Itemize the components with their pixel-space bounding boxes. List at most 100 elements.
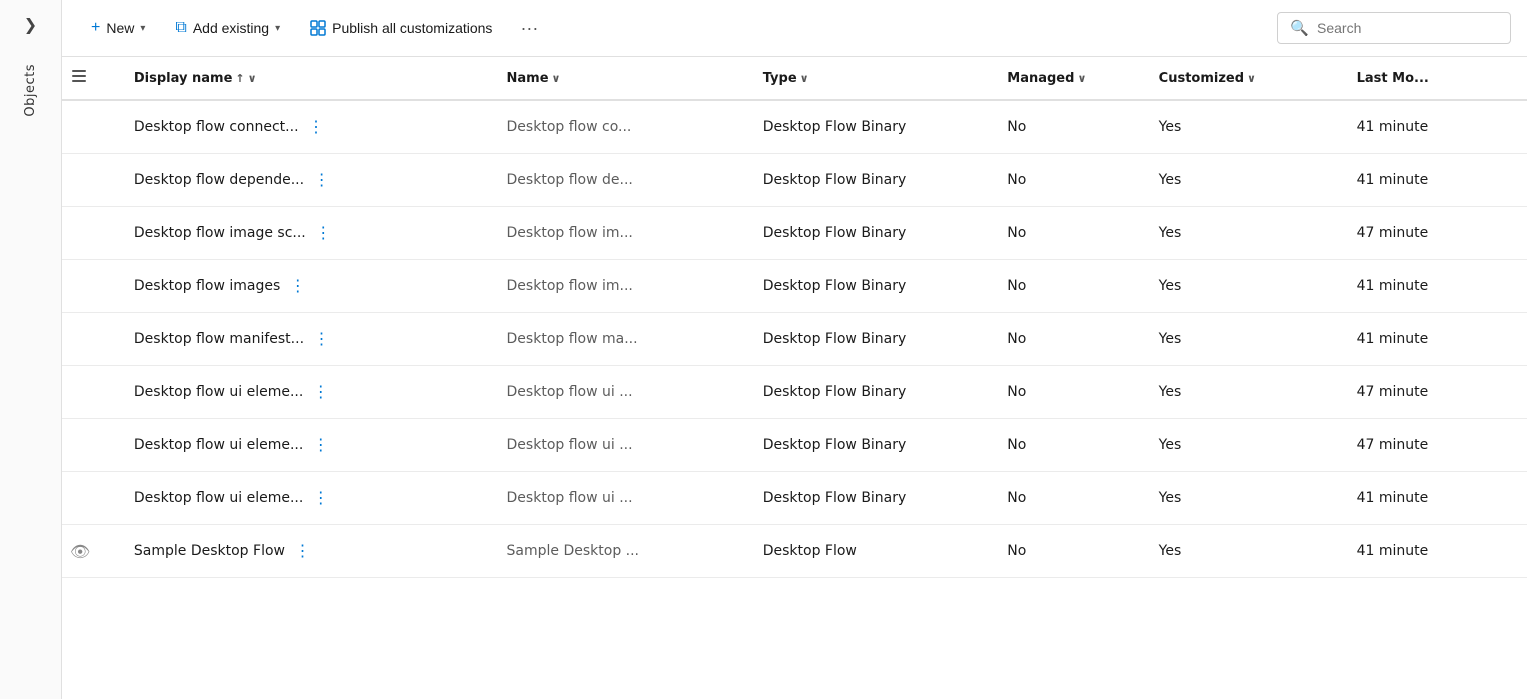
name-cell: Desktop flow ui ... (491, 419, 747, 472)
new-label: New (106, 20, 134, 36)
table-row: 👁 Sample Desktop Flow ⋮ Sample Desktop .… (62, 525, 1527, 578)
last-modified-cell: 41 minute (1341, 154, 1527, 207)
last-modified-cell: 41 minute (1341, 260, 1527, 313)
customized-cell: Yes (1143, 100, 1341, 154)
table-row: Desktop flow ui eleme... ⋮ Desktop flow … (62, 419, 1527, 472)
plus-icon: + (91, 19, 100, 37)
row-checkbox-col (62, 154, 118, 207)
managed-cell: No (991, 366, 1142, 419)
sort-asc-icon: ↑ (235, 72, 244, 85)
sidebar: ❯ Objects (0, 0, 62, 699)
new-chevron-icon: ▾ (140, 23, 145, 34)
customized-sort-icon: ∨ (1247, 72, 1256, 85)
display-name-header[interactable]: Display name ↑ ∨ (118, 57, 491, 100)
table-row: Desktop flow image sc... ⋮ Desktop flow … (62, 207, 1527, 260)
name-cell: Sample Desktop ... (491, 525, 747, 578)
type-cell: Desktop Flow (747, 525, 992, 578)
row-checkbox-col (62, 419, 118, 472)
customized-cell: Yes (1143, 207, 1341, 260)
display-name-cell: Desktop flow ui eleme... ⋮ (118, 472, 491, 525)
last-modified-cell: 41 minute (1341, 100, 1527, 154)
search-box[interactable]: 🔍 (1277, 12, 1511, 44)
search-icon: 🔍 (1290, 19, 1309, 37)
display-name-value: Desktop flow manifest... (134, 331, 304, 347)
row-context-menu-button[interactable]: ⋮ (289, 537, 317, 565)
chevron-right-icon: ❯ (24, 15, 37, 34)
more-options-button[interactable]: ··· (509, 11, 549, 46)
customized-cell: Yes (1143, 154, 1341, 207)
row-context-menu-button[interactable]: ⋮ (308, 325, 336, 353)
name-header[interactable]: Name ∨ (491, 57, 747, 100)
managed-cell: No (991, 100, 1142, 154)
customized-cell: Yes (1143, 260, 1341, 313)
display-name-value: Desktop flow ui eleme... (134, 384, 303, 400)
add-existing-label: Add existing (193, 20, 269, 36)
row-context-menu-button[interactable]: ⋮ (310, 219, 338, 247)
name-cell: Desktop flow de... (491, 154, 747, 207)
row-context-menu-button[interactable]: ⋮ (307, 484, 335, 512)
name-label: Name (507, 71, 549, 86)
display-name-value: Desktop flow images (134, 278, 280, 294)
publish-icon (310, 19, 326, 37)
select-all-col (62, 57, 118, 100)
display-name-value: Sample Desktop Flow (134, 543, 285, 559)
display-name-cell: Desktop flow images ⋮ (118, 260, 491, 313)
last-modified-header: Last Mo... (1341, 57, 1527, 100)
display-name-value: Desktop flow depende... (134, 172, 304, 188)
last-modified-cell: 47 minute (1341, 419, 1527, 472)
more-icon: ··· (520, 18, 538, 39)
managed-cell: No (991, 419, 1142, 472)
table-row: Desktop flow images ⋮ Desktop flow im...… (62, 260, 1527, 313)
main-content: + New ▾ ⧉ Add existing ▾ Publish all cus… (62, 0, 1527, 699)
managed-header[interactable]: Managed ∨ (991, 57, 1142, 100)
last-modified-label: Last Mo... (1357, 71, 1429, 86)
managed-cell: No (991, 472, 1142, 525)
type-cell: Desktop Flow Binary (747, 100, 992, 154)
search-input[interactable] (1317, 20, 1498, 36)
row-context-menu-button[interactable]: ⋮ (307, 378, 335, 406)
managed-cell: No (991, 313, 1142, 366)
type-cell: Desktop Flow Binary (747, 366, 992, 419)
customized-cell: Yes (1143, 419, 1341, 472)
row-checkbox-col (62, 207, 118, 260)
sidebar-toggle[interactable]: ❯ (15, 8, 47, 40)
customized-header[interactable]: Customized ∨ (1143, 57, 1341, 100)
display-name-cell: Sample Desktop Flow ⋮ (118, 525, 491, 578)
customized-cell: Yes (1143, 472, 1341, 525)
managed-cell: No (991, 260, 1142, 313)
customized-cell: Yes (1143, 313, 1341, 366)
display-name-value: Desktop flow image sc... (134, 225, 306, 241)
type-cell: Desktop Flow Binary (747, 472, 992, 525)
type-label: Type (763, 71, 797, 86)
row-context-menu-button[interactable]: ⋮ (284, 272, 312, 300)
display-name-value: Desktop flow ui eleme... (134, 437, 303, 453)
add-existing-button[interactable]: ⧉ Add existing ▾ (162, 12, 293, 44)
last-modified-cell: 47 minute (1341, 366, 1527, 419)
managed-cell: No (991, 207, 1142, 260)
table-row: Desktop flow depende... ⋮ Desktop flow d… (62, 154, 1527, 207)
publish-all-button[interactable]: Publish all customizations (297, 12, 505, 44)
sort-toggle-icon: ∨ (248, 72, 257, 85)
table-container: Display name ↑ ∨ Name ∨ Type (62, 57, 1527, 699)
row-context-menu-button[interactable]: ⋮ (303, 113, 331, 141)
name-cell: Desktop flow co... (491, 100, 747, 154)
customized-cell: Yes (1143, 525, 1341, 578)
name-cell: Desktop flow ui ... (491, 366, 747, 419)
row-context-menu-button[interactable]: ⋮ (307, 431, 335, 459)
row-context-menu-button[interactable]: ⋮ (308, 166, 336, 194)
type-cell: Desktop Flow Binary (747, 419, 992, 472)
eye-icon: 👁 (70, 542, 90, 561)
row-checkbox-col (62, 313, 118, 366)
display-name-cell: Desktop flow ui eleme... ⋮ (118, 419, 491, 472)
name-sort-icon: ∨ (552, 72, 561, 85)
last-modified-cell: 41 minute (1341, 472, 1527, 525)
row-checkbox-col: 👁 (62, 525, 118, 578)
type-header[interactable]: Type ∨ (747, 57, 992, 100)
name-cell: Desktop flow im... (491, 207, 747, 260)
type-sort-icon: ∨ (800, 72, 809, 85)
last-modified-cell: 47 minute (1341, 207, 1527, 260)
name-cell: Desktop flow ui ... (491, 472, 747, 525)
new-button[interactable]: + New ▾ (78, 12, 158, 44)
managed-sort-icon: ∨ (1077, 72, 1086, 85)
display-name-label: Display name (134, 71, 233, 86)
